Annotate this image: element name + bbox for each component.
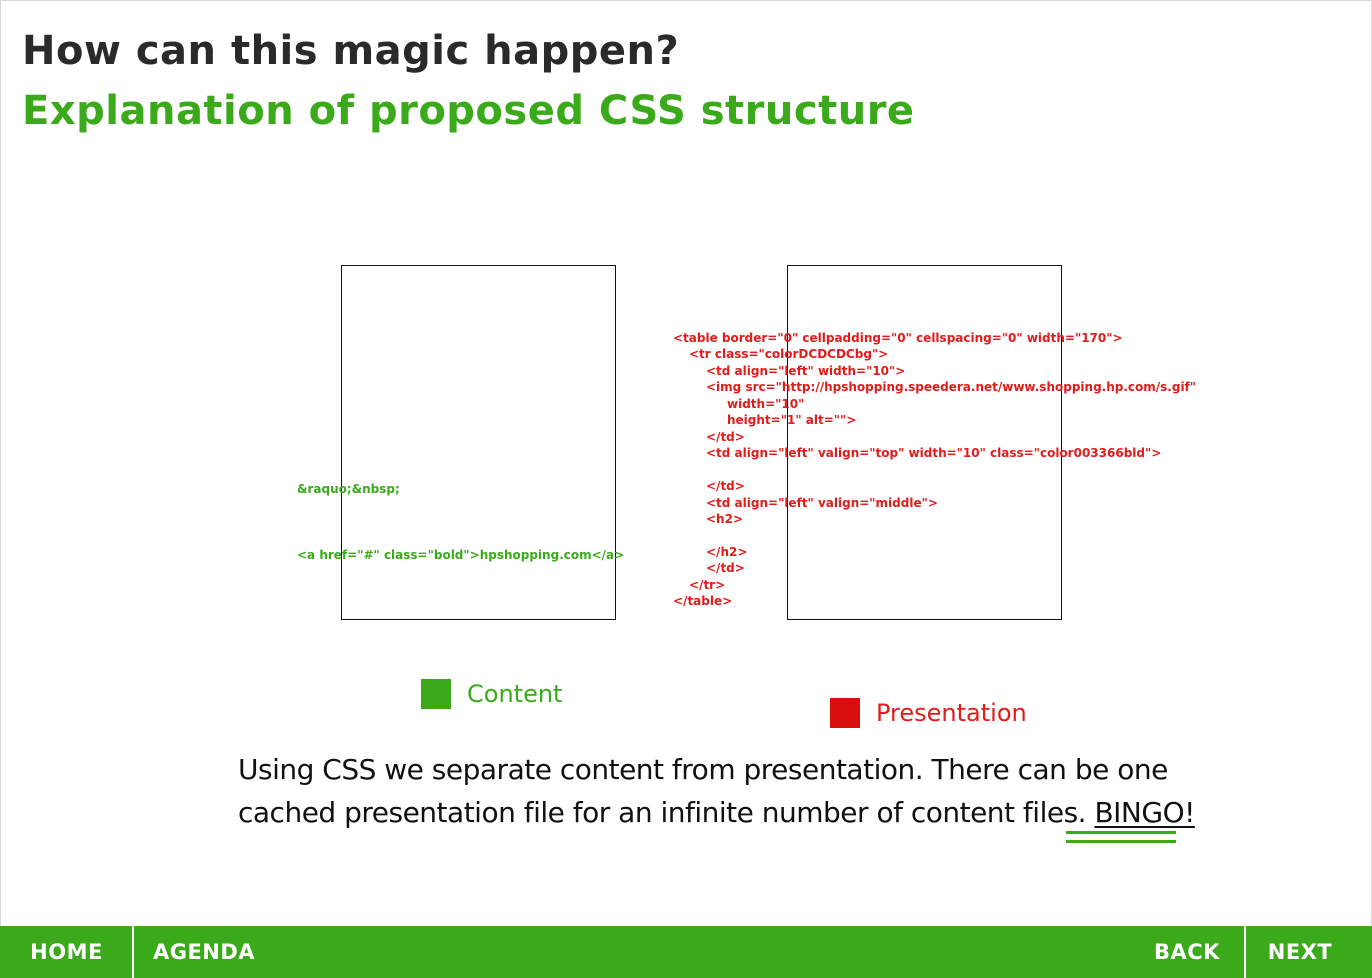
home-button[interactable]: HOME [0, 926, 133, 978]
content-legend-label: Content [467, 680, 563, 708]
back-button[interactable]: BACK [1130, 926, 1244, 978]
presentation-code-line: <td align="left" width="10"> [706, 364, 906, 378]
presentation-code-line: </td> [706, 479, 745, 493]
bottom-nav-bar: HOME AGENDA BACK NEXT [0, 926, 1372, 978]
explanation-body: Using CSS we separate content from prese… [238, 753, 1168, 829]
presentation-code-line: </tr> [689, 578, 726, 592]
explanation-text: Using CSS we separate content from prese… [238, 748, 1198, 834]
slide-subtitle: Explanation of proposed CSS structure [22, 88, 915, 134]
bingo-highlight: BINGO! [1094, 796, 1195, 829]
presentation-code-line: <td align="left" valign="middle"> [706, 496, 938, 510]
presentation-code-line: <img src="http://hpshopping.speedera.net… [706, 380, 1197, 394]
content-code-line: <a href="#" class="bold">hpshopping.com<… [297, 548, 625, 562]
presentation-code-line: </td> [706, 430, 745, 444]
presentation-code-line: </table> [673, 594, 733, 608]
presentation-page-box [787, 265, 1062, 620]
presentation-code-line: <tr class="colorDCDCDCbg"> [689, 347, 889, 361]
presentation-code-line: height="1" alt=""> [727, 413, 857, 427]
presentation-code-line: <td align="left" valign="top" width="10"… [706, 446, 1162, 460]
presentation-code-line: <table border="0" cellpadding="0" cellsp… [673, 331, 1123, 345]
content-legend-swatch [421, 679, 451, 709]
presentation-legend-label: Presentation [876, 699, 1027, 727]
slide-title: How can this magic happen? [22, 28, 680, 74]
content-code-line: &raquo;&nbsp; [297, 482, 400, 496]
presentation-code-line: </td> [706, 561, 745, 575]
presentation-code-line: </h2> [706, 545, 748, 559]
next-button[interactable]: NEXT [1246, 926, 1354, 978]
presentation-code-line: <h2> [706, 512, 744, 526]
content-page-box [341, 265, 616, 620]
bingo-underline [1066, 831, 1176, 834]
presentation-legend-swatch [830, 698, 860, 728]
agenda-button[interactable]: AGENDA [134, 926, 274, 978]
bingo-underline [1066, 840, 1176, 843]
presentation-code-line: width="10" [727, 397, 805, 411]
